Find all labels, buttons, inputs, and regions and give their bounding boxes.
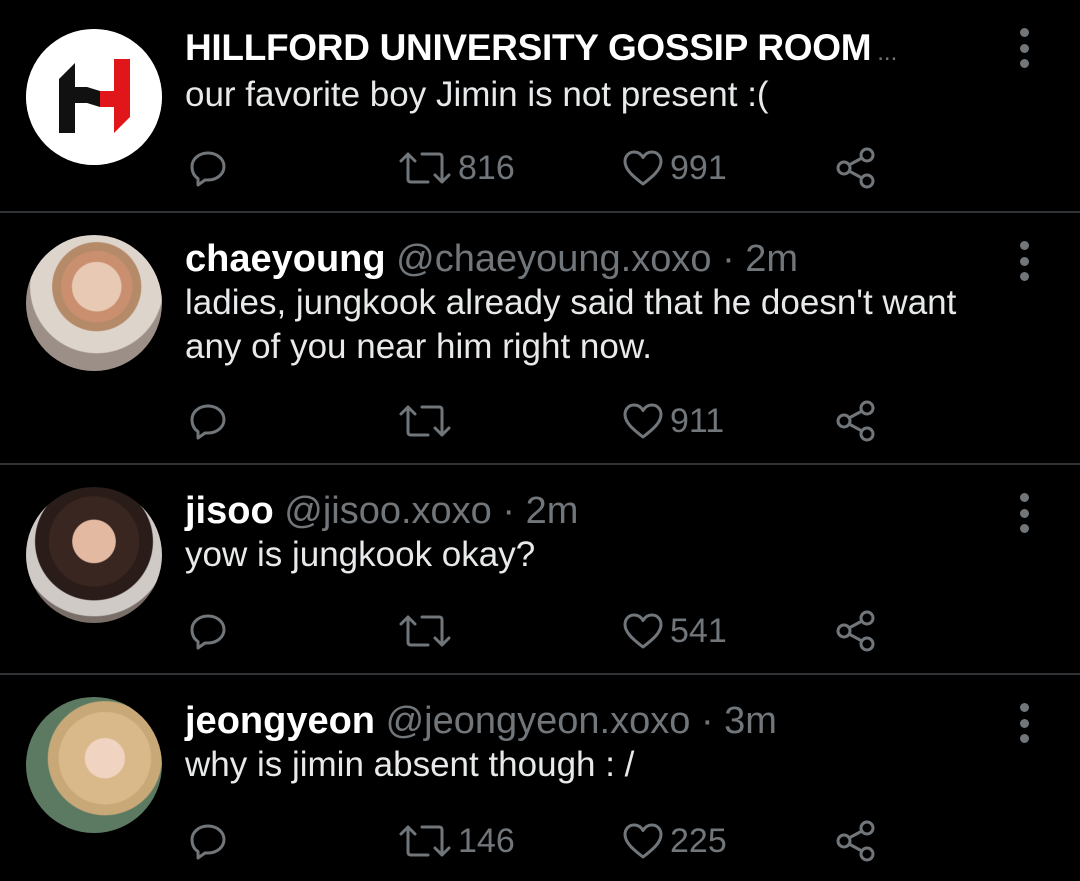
like-button[interactable]: 541 [622, 606, 727, 656]
share-icon [836, 400, 875, 442]
tweet-header: jisoo @jisoo.xoxo · 2m [185, 489, 578, 533]
tweet-card[interactable]: jeongyeon @jeongyeon.xoxo · 3m why is ji… [0, 675, 1080, 881]
comment-icon [190, 404, 226, 440]
like-button[interactable]: 991 [622, 143, 727, 193]
tweet-actions: 911 [0, 396, 1080, 446]
retweet-icon [399, 152, 451, 184]
tweet-text: yow is jungkook okay? [185, 535, 536, 574]
heart-icon [623, 613, 663, 649]
tweet-header: jeongyeon @jeongyeon.xoxo · 3m [185, 699, 777, 743]
tweet-card[interactable]: chaeyoung @chaeyoung.xoxo · 2m ladies, j… [0, 213, 1080, 464]
retweet-icon [399, 825, 451, 857]
display-name[interactable]: jeongyeon [185, 700, 375, 742]
reply-button[interactable] [189, 143, 227, 193]
like-count: 991 [670, 148, 727, 187]
tweet-text: our favorite boy Jimin is not present :( [185, 75, 769, 114]
tweet-card[interactable]: jisoo @jisoo.xoxo · 2m yow is jungkook o… [0, 465, 1080, 673]
jisoo-avatar[interactable] [26, 487, 162, 623]
heart-icon [623, 150, 663, 186]
tweet-header: HILLFORD UNIVERSITY GOSSIP ROOM... [185, 26, 897, 75]
user-handle[interactable]: @jeongyeon.xoxo [386, 700, 691, 742]
name-ellipsis: ... [877, 39, 898, 66]
comment-icon [190, 824, 226, 860]
like-button[interactable]: 225 [622, 816, 727, 866]
share-button[interactable] [834, 606, 878, 656]
comment-icon [190, 151, 226, 187]
heart-icon [623, 403, 663, 439]
retweet-button[interactable] [398, 606, 458, 656]
share-icon [836, 610, 875, 652]
share-icon [836, 147, 875, 189]
retweet-count: 146 [458, 821, 515, 860]
account-name[interactable]: HILLFORD UNIVERSITY GOSSIP ROOM [185, 27, 872, 68]
like-count: 225 [670, 821, 727, 860]
retweet-icon [399, 615, 451, 647]
user-handle[interactable]: @chaeyoung.xoxo [396, 238, 711, 280]
comment-icon [190, 614, 226, 650]
share-button[interactable] [834, 816, 878, 866]
share-button[interactable] [834, 143, 878, 193]
like-count: 911 [670, 401, 725, 440]
timestamp: · 3m [700, 700, 777, 742]
tweet-actions: 816 991 [0, 143, 1080, 193]
more-vertical-icon[interactable] [1012, 241, 1036, 281]
more-vertical-icon[interactable] [1012, 493, 1036, 533]
retweet-count: 816 [458, 148, 515, 187]
tweet-actions: 146 225 [0, 816, 1080, 866]
jeongyeon-avatar[interactable] [26, 697, 162, 833]
retweet-button[interactable]: 146 [398, 816, 515, 866]
tweet-text: ladies, jungkook already said that he do… [185, 283, 957, 366]
user-handle[interactable]: @jisoo.xoxo [284, 490, 492, 532]
display-name[interactable]: jisoo [185, 490, 274, 532]
reply-button[interactable] [189, 816, 227, 866]
chaeyoung-avatar[interactable] [26, 235, 162, 371]
timestamp: · 2m [722, 238, 799, 280]
tweet-text: why is jimin absent though : / [185, 745, 635, 784]
tweet-card[interactable]: HILLFORD UNIVERSITY GOSSIP ROOM... our f… [0, 0, 1080, 212]
more-vertical-icon[interactable] [1012, 703, 1036, 743]
share-icon [836, 820, 875, 862]
reply-button[interactable] [189, 396, 227, 446]
like-count: 541 [670, 611, 727, 650]
reply-button[interactable] [189, 606, 227, 656]
retweet-button[interactable] [398, 396, 458, 446]
tweet-feed: HILLFORD UNIVERSITY GOSSIP ROOM... our f… [0, 0, 1080, 881]
tweet-actions: 541 [0, 606, 1080, 656]
retweet-button[interactable]: 816 [398, 143, 515, 193]
display-name[interactable]: chaeyoung [185, 238, 386, 280]
retweet-icon [399, 405, 451, 437]
more-vertical-icon[interactable] [1012, 28, 1036, 68]
tweet-header: chaeyoung @chaeyoung.xoxo · 2m [185, 237, 798, 281]
like-button[interactable]: 911 [622, 396, 724, 446]
timestamp: · 2m [502, 490, 579, 532]
share-button[interactable] [834, 396, 878, 446]
heart-icon [623, 823, 663, 859]
